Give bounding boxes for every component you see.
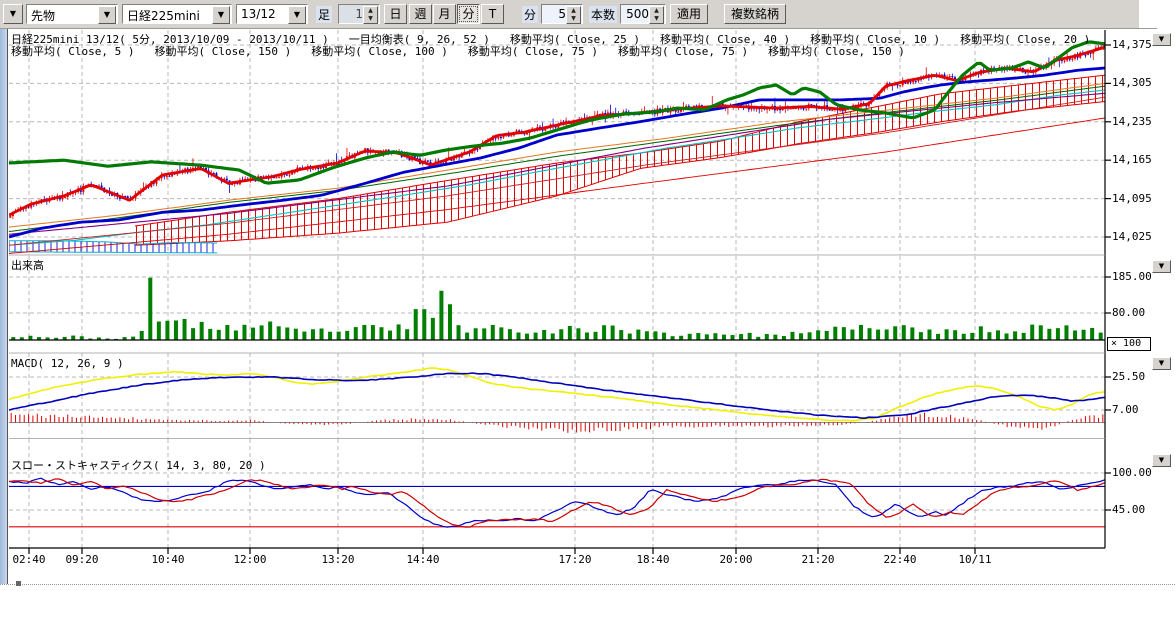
price-pane-menu-button[interactable]: ▼ — [1152, 33, 1171, 46]
legend-item: 移動平均( Close, 20 ) — [960, 33, 1090, 46]
timeframe-tick-button[interactable]: T — [481, 4, 504, 24]
legend-item: 移動平均( Close, 100 ) — [311, 45, 448, 58]
symbol-select-value: 日経225mini — [127, 7, 200, 24]
spinner-updown-icon[interactable]: ▲▼ — [566, 6, 581, 24]
macd-pane-title: MACD( 12, 26, 9 ) — [11, 357, 124, 370]
chart-canvas[interactable] — [0, 0, 1175, 640]
y-axis-label: 45.00 — [1112, 503, 1164, 516]
minute-value: 5 — [558, 7, 566, 21]
x-axis-label: 18:40 — [631, 553, 675, 566]
spinner-updown-icon[interactable]: ▲▼ — [363, 6, 378, 24]
timeframe-month-button[interactable]: 月 — [433, 4, 456, 24]
chart-menu-dropdown-button[interactable]: ▼ — [3, 4, 23, 24]
legend-item: 移動平均( Close, 5 ) — [11, 45, 134, 58]
timeframe-week-button[interactable]: 週 — [409, 4, 432, 24]
legend-item: 移動平均( Close, 150 ) — [154, 45, 291, 58]
volume-unit-badge: × 100 — [1107, 337, 1151, 351]
y-axis-label: 7.00 — [1112, 403, 1164, 416]
chevron-down-icon[interactable]: ▼ — [288, 6, 306, 24]
y-axis-label: 14,235 — [1112, 115, 1164, 128]
spinner-updown-icon[interactable]: ▲▼ — [649, 6, 664, 24]
x-axis-label: 09:20 — [60, 553, 104, 566]
y-axis-label: 14,305 — [1112, 76, 1164, 89]
y-axis-label: 14,025 — [1112, 230, 1164, 243]
x-axis-label: 14:40 — [401, 553, 445, 566]
legend-item: 移動平均( Close, 75 ) — [618, 45, 748, 58]
timeframe-day-button[interactable]: 日 — [384, 4, 407, 24]
market-select-value: 先物 — [31, 7, 55, 24]
x-axis-label: 22:40 — [878, 553, 922, 566]
stochastics-pane-title: スロー・ストキャスティクス( 14, 3, 80, 20 ) — [11, 457, 266, 473]
volume-pane-title: 出来高 — [11, 257, 44, 273]
chart-left-edge — [7, 28, 8, 584]
minute-spinner[interactable]: 5 ▲▼ — [541, 4, 583, 24]
indicator-legend-line2: 移動平均( Close, 5 ) 移動平均( Close, 150 ) 移動平均( … — [11, 43, 925, 59]
bar-count-spinner[interactable]: 500 ▲▼ — [620, 4, 666, 24]
x-axis-label: 10/11 — [953, 553, 997, 566]
x-axis-label: 02:40 — [7, 553, 51, 566]
macd-pane-menu-button[interactable]: ▼ — [1152, 357, 1171, 370]
legend-item: 移動平均( Close, 75 ) — [468, 45, 598, 58]
bar-count-label: 本数 — [589, 6, 617, 23]
period-count-value: 1 — [355, 7, 363, 21]
contract-month-select[interactable]: 13/12 ▼ — [236, 4, 308, 24]
y-axis-label: 25.50 — [1112, 370, 1164, 383]
market-select[interactable]: 先物 ▼ — [26, 4, 118, 24]
toolbar: ▼ 先物 ▼ 日経225mini ▼ 13/12 ▼ 足 1 ▲▼ 日 週 月 … — [0, 0, 1157, 29]
bar-type-label: 足 — [316, 6, 332, 23]
y-axis-label: 100.00 — [1112, 466, 1164, 479]
chevron-down-icon[interactable]: ▼ — [212, 6, 230, 24]
splitter-grip[interactable] — [16, 581, 21, 586]
timeframe-minute-button[interactable]: 分 — [457, 4, 480, 24]
contract-month-value: 13/12 — [241, 7, 276, 21]
symbol-select[interactable]: 日経225mini ▼ — [122, 4, 232, 24]
y-axis-label: 14,095 — [1112, 192, 1164, 205]
chevron-down-icon[interactable]: ▼ — [98, 6, 116, 24]
stochastics-pane-menu-button[interactable]: ▼ — [1152, 454, 1171, 467]
pane-splitter[interactable] — [0, 584, 1175, 585]
minute-label: 分 — [522, 6, 538, 23]
legend-item: 移動平均( Close, 150 ) — [768, 45, 905, 58]
x-axis-label: 17:20 — [553, 553, 597, 566]
toolbar-right-gap — [1139, 0, 1157, 28]
period-count-spinner[interactable]: 1 ▲▼ — [338, 4, 380, 24]
window-left-border — [0, 28, 7, 584]
x-axis-label: 10:40 — [146, 553, 190, 566]
x-axis-label: 13:20 — [316, 553, 360, 566]
multi-symbol-button[interactable]: 複数銘柄 — [724, 4, 786, 24]
bar-count-value: 500 — [626, 7, 649, 21]
y-axis-label: 14,165 — [1112, 153, 1164, 166]
apply-button[interactable]: 適用 — [670, 4, 708, 24]
y-axis-label: 80.00 — [1112, 306, 1164, 319]
x-axis-label: 20:00 — [714, 553, 758, 566]
x-axis-label: 21:20 — [796, 553, 840, 566]
volume-pane-menu-button[interactable]: ▼ — [1152, 260, 1171, 273]
trading-chart-window: ▼ 先物 ▼ 日経225mini ▼ 13/12 ▼ 足 1 ▲▼ 日 週 月 … — [0, 0, 1175, 640]
x-axis-label: 12:00 — [228, 553, 272, 566]
